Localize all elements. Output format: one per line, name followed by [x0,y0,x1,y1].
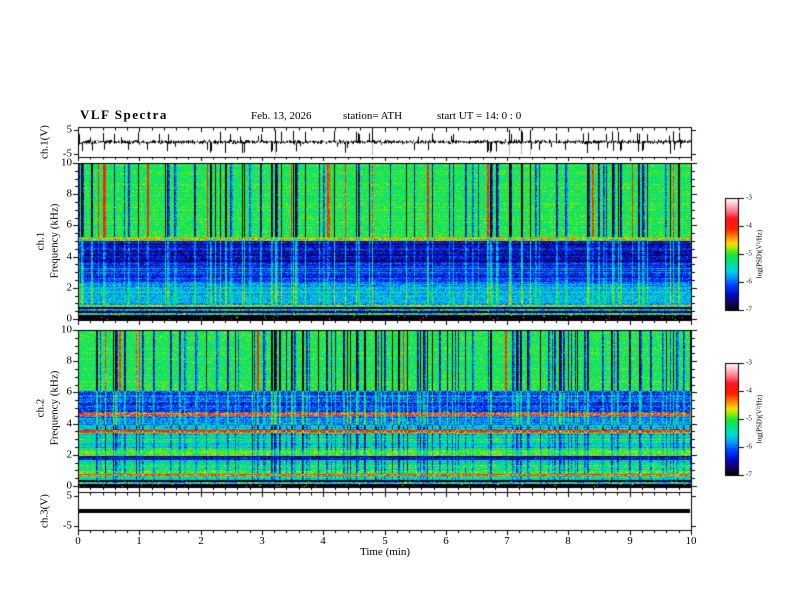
colorbar-tick-label: -4 [746,221,752,230]
x-axis-label: Time (min) [359,546,411,558]
colorbar-tick-label: -6 [746,442,752,451]
amp-tick-label: -5 [62,147,72,160]
freq-tick-label: 6 [66,218,73,231]
amp-tick-label: 5 [66,123,73,136]
x-tick-label: 7 [504,535,510,547]
station-label: station= ATH [343,110,403,122]
colorbar-tick-label: -5 [746,414,752,423]
colorbar-tick-label: -3 [746,193,752,202]
ch2-spec-ylabel: Frequency (kHz) [48,370,61,446]
colorbar-tick-label: -7 [746,305,752,314]
x-tick-label: 5 [382,535,388,547]
x-tick-label: 1 [136,535,142,547]
start-ut-label: start UT = 14: 0 : 0 [437,110,522,122]
freq-tick-label: 4 [66,250,73,263]
freq-tick-label: 2 [66,281,73,294]
colorbar-tick-label: -7 [746,470,752,479]
x-tick-label: 2 [198,535,204,547]
ch1-spec-ylabel: Frequency (kHz) [48,203,61,279]
ch1-spec-channel-label: ch.1 [34,231,47,251]
freq-tick-label: 10 [61,323,72,336]
ch2-spec-channel-label: ch.2 [34,398,47,418]
colorbar-tick-label: -3 [746,358,752,367]
x-tick-label: 10 [685,535,697,547]
vlf-spectra-figure: VLF Spectra Feb. 13, 2026 station= ATH s… [0,0,792,612]
colorbar2-title: log(PSD)(V²/Hz) [755,394,764,444]
x-tick-label: 9 [627,535,633,547]
freq-tick-label: 6 [66,385,73,398]
x-tick-label: 6 [443,535,449,547]
freq-tick-label: 4 [66,417,73,430]
plot-title: VLF Spectra [80,107,168,122]
colorbar-tick-label: -4 [746,386,752,395]
amp-tick-label: -5 [62,519,72,532]
x-tick-label: 0 [75,535,81,547]
colorbar-tick-label: -5 [746,249,752,258]
freq-tick-label: 8 [66,354,73,367]
x-tick-label: 8 [565,535,571,547]
freq-tick-label: 8 [66,187,73,200]
spectra-plot-canvas [0,0,792,612]
x-tick-label: 4 [320,535,326,547]
amp-tick-label: 5 [66,489,73,502]
freq-tick-label: 2 [66,448,73,461]
x-tick-label: 3 [259,535,265,547]
colorbar-tick-label: -6 [746,277,752,286]
date-label: Feb. 13, 2026 [251,110,312,122]
colorbar1-title: log(PSD)(V²/Hz) [755,229,764,279]
